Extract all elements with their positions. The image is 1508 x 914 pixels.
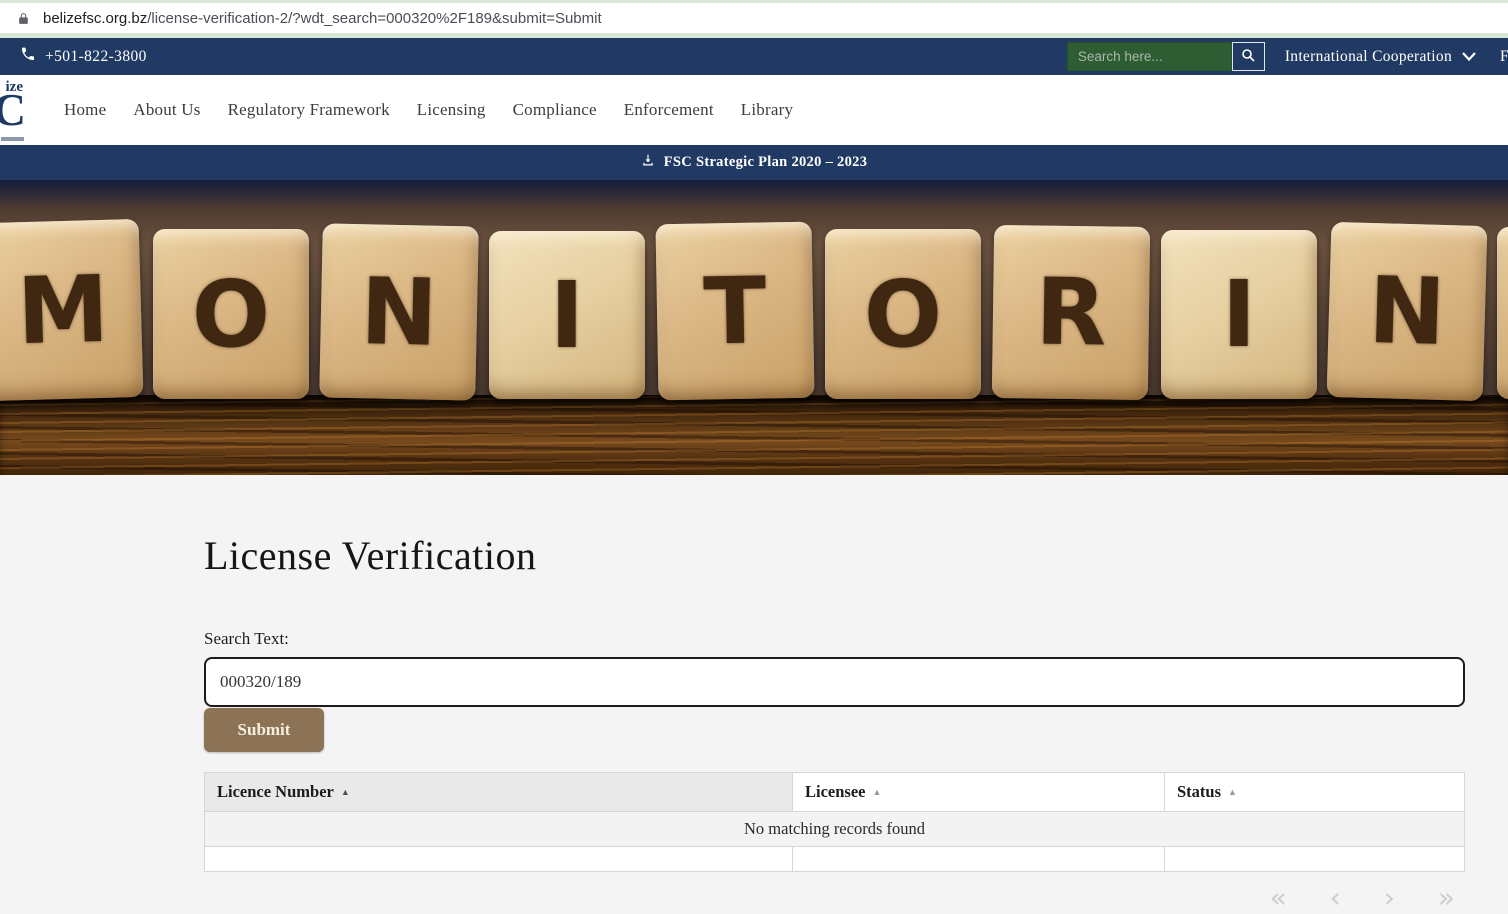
lock-icon[interactable]	[17, 11, 30, 26]
nav-item-about-us[interactable]: About Us	[133, 100, 200, 120]
nav-item-library[interactable]: Library	[741, 100, 793, 120]
table-row: No matching records found	[205, 812, 1465, 847]
license-search-input[interactable]	[204, 657, 1465, 707]
column-label: Licence Number	[217, 782, 334, 801]
search-text-label: Search Text:	[204, 629, 1465, 649]
pagination-next[interactable]: ›	[1384, 881, 1395, 914]
hero-letter-blocks: M O N I T O R I N G	[0, 221, 1508, 399]
site-search-input[interactable]	[1067, 42, 1232, 71]
letter-block: I	[489, 231, 645, 399]
top-utility-bar: +501-822-3800 International Cooperation …	[0, 38, 1508, 75]
phone-link[interactable]: +501-822-3800	[20, 46, 147, 67]
submit-button[interactable]: Submit	[204, 708, 324, 752]
letter-block: M	[0, 219, 143, 401]
letter-block: G	[1497, 227, 1508, 399]
nav-links: Home About Us Regulatory Framework Licen…	[64, 100, 793, 120]
browser-chrome: belizefsc.org.bz/license-verification-2/…	[0, 0, 1508, 38]
hero-wood-table	[0, 395, 1508, 475]
phone-icon	[20, 46, 36, 67]
pagination-first[interactable]: «	[1270, 881, 1287, 914]
nav-item-home[interactable]: Home	[64, 100, 106, 120]
column-header-licence-number[interactable]: Licence Number ▲	[205, 773, 793, 812]
site-search-button[interactable]	[1232, 42, 1265, 71]
page-title: License Verification	[204, 533, 1465, 579]
sort-asc-icon: ▲	[1228, 787, 1237, 797]
letter-block: N	[1327, 222, 1488, 401]
phone-number: +501-822-3800	[45, 48, 147, 66]
url-path: /license-verification-2/?wdt_search=0003…	[147, 10, 601, 27]
nav-item-licensing[interactable]: Licensing	[417, 100, 486, 120]
letter-block: O	[825, 229, 981, 399]
letter-block: R	[992, 225, 1150, 400]
main-content: License Verification Search Text: Submit…	[0, 475, 1508, 912]
menu-item-clipped[interactable]: F	[1500, 48, 1508, 66]
logo-letter: C	[0, 87, 26, 133]
menu-label: International Cooperation	[1285, 48, 1452, 66]
nav-item-regulatory-framework[interactable]: Regulatory Framework	[228, 100, 390, 120]
table-cell	[793, 847, 1165, 872]
column-header-status[interactable]: Status ▲	[1165, 773, 1465, 812]
banner-label: FSC Strategic Plan 2020 – 2023	[664, 154, 868, 171]
page-url: belizefsc.org.bz/license-verification-2/…	[43, 10, 602, 27]
column-label: Licensee	[805, 782, 865, 801]
letter-block: O	[153, 229, 309, 399]
main-navigation: ize C Home About Us Regulatory Framework…	[0, 75, 1508, 145]
hero-image: M O N I T O R I N G	[0, 180, 1508, 475]
site-logo[interactable]: ize C	[0, 79, 24, 141]
table-header-row: Licence Number ▲ Licensee ▲ Status ▲	[205, 773, 1465, 812]
license-results-table: Licence Number ▲ Licensee ▲ Status ▲ No mat…	[204, 772, 1465, 872]
logo-tagline	[1, 137, 24, 141]
table-cell	[1165, 847, 1465, 872]
letter-block: T	[655, 222, 814, 401]
sort-asc-icon: ▲	[872, 787, 881, 797]
empty-message: No matching records found	[205, 812, 1465, 847]
letter-block: I	[1161, 230, 1317, 399]
address-bar[interactable]: belizefsc.org.bz/license-verification-2/…	[0, 3, 1508, 33]
nav-item-compliance[interactable]: Compliance	[513, 100, 597, 120]
url-domain: belizefsc.org.bz	[43, 10, 147, 27]
pagination-last[interactable]: »	[1438, 881, 1455, 914]
sort-asc-icon: ▲	[341, 787, 350, 797]
menu-international-cooperation[interactable]: International Cooperation	[1285, 48, 1476, 66]
pagination-prev[interactable]: ‹	[1330, 881, 1341, 914]
download-icon	[641, 153, 655, 172]
nav-item-enforcement[interactable]: Enforcement	[624, 100, 714, 120]
letter-block: N	[319, 223, 479, 400]
page: { "browser": { "url_domain": "belizefsc.…	[0, 0, 1508, 905]
chevron-down-icon	[1462, 48, 1476, 66]
strategic-plan-banner[interactable]: FSC Strategic Plan 2020 – 2023	[0, 145, 1508, 180]
pagination: « ‹ › »	[204, 884, 1465, 912]
column-label: Status	[1177, 782, 1221, 801]
search-icon	[1240, 47, 1256, 66]
table-row	[205, 847, 1465, 872]
table-cell	[205, 847, 793, 872]
column-header-licensee[interactable]: Licensee ▲	[793, 773, 1165, 812]
